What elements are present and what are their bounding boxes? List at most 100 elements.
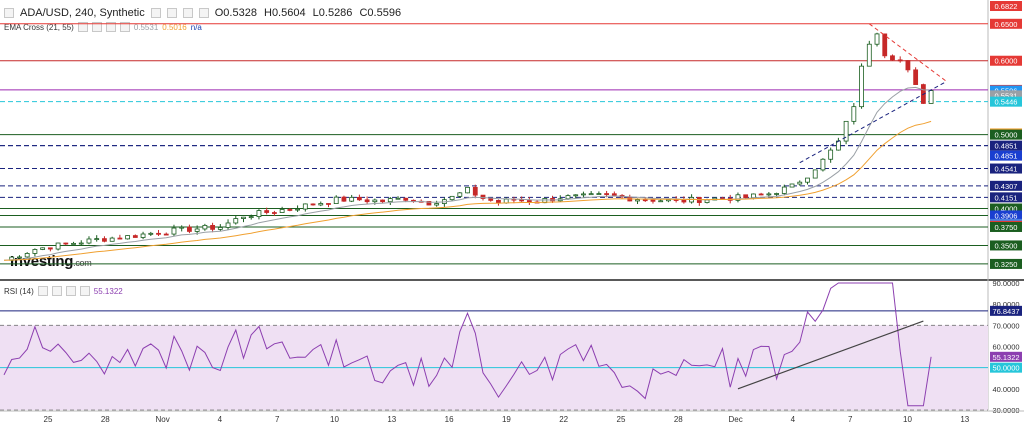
candle-body	[913, 69, 919, 85]
candle-body	[642, 199, 648, 202]
candle-body	[828, 149, 834, 160]
price-label-text: 0.4307	[995, 182, 1018, 191]
candle-body	[890, 55, 895, 61]
candle-body	[32, 249, 38, 254]
price-label-text: 0.5446	[995, 98, 1018, 107]
candle-body	[743, 194, 749, 199]
rsi-pane: 90.000080.000070.000060.000050.000040.00…	[0, 279, 1022, 415]
x-tick-label: 13	[960, 415, 969, 424]
x-tick-label: 16	[445, 415, 454, 424]
candle-body	[387, 198, 393, 203]
candle-body	[704, 199, 710, 203]
chart-canvas[interactable]: 0.68220.65000.60000.56050.55960.55310.54…	[0, 0, 1024, 427]
candle-body	[519, 199, 525, 202]
candle-body	[233, 218, 239, 224]
rsi-ref-label-text: 76.8437	[992, 307, 1019, 316]
x-tick-label: 28	[101, 415, 110, 424]
candle-body	[356, 196, 362, 201]
candle-body	[256, 210, 262, 218]
price-label: 0.6822	[990, 1, 1022, 11]
candle-body	[635, 199, 640, 202]
candle-body	[403, 197, 409, 201]
candle-body	[866, 43, 872, 67]
candle-body	[171, 227, 177, 235]
price-label-text: 0.4541	[995, 165, 1018, 174]
candle-body	[287, 209, 293, 211]
candle-body	[812, 169, 818, 179]
candle-body	[905, 60, 911, 71]
candle-body	[526, 200, 532, 203]
candle-body	[302, 203, 308, 210]
candle-body	[40, 247, 46, 250]
rsi-tick-label: 90.0000	[992, 279, 1019, 288]
candle-body	[279, 209, 285, 213]
candle-body	[372, 199, 378, 203]
candle-body	[71, 242, 76, 245]
candle-body	[681, 199, 687, 203]
candle-body	[349, 196, 355, 202]
rsi-tick-label: 70.0000	[992, 321, 1019, 330]
candle-body	[434, 203, 440, 206]
candle-body	[395, 197, 401, 200]
candle-body	[194, 228, 200, 232]
price-label-text: 0.4151	[995, 193, 1018, 202]
candle-body	[217, 227, 223, 230]
x-tick-label: 7	[848, 415, 853, 424]
candle-body	[272, 212, 277, 214]
price-label: 0.6000	[990, 55, 1022, 66]
price-label: 0.4851	[990, 140, 1022, 151]
candle-body	[588, 193, 594, 196]
candle-body	[766, 193, 772, 196]
candle-body	[488, 198, 494, 201]
candle-body	[650, 199, 656, 202]
candle-body	[611, 193, 617, 196]
candle-body	[573, 194, 579, 197]
x-tick-label: 4	[218, 415, 223, 424]
candle-body	[102, 238, 107, 242]
candle-body	[140, 233, 146, 238]
price-label: 0.3500	[990, 240, 1022, 251]
price-label-text: 0.3500	[995, 241, 1018, 250]
price-label-text: 0.6500	[995, 20, 1018, 29]
candle-body	[364, 199, 370, 203]
candle-body	[851, 106, 857, 122]
candle-body	[24, 253, 30, 258]
candle-body	[264, 210, 270, 213]
candle-body	[17, 256, 22, 259]
candle-body	[928, 90, 934, 104]
candle-body	[125, 235, 131, 240]
candle-body	[187, 226, 192, 232]
price-label-text: 0.6000	[995, 57, 1018, 66]
x-tick-label: 10	[330, 415, 339, 424]
candle-body	[820, 158, 826, 171]
candle-body	[565, 195, 571, 200]
candle-body	[109, 237, 115, 242]
candle-body	[310, 203, 316, 206]
x-tick-label: 25	[44, 415, 53, 424]
candle-body	[380, 199, 385, 203]
x-tick-label: 13	[387, 415, 396, 424]
candle-body	[210, 224, 215, 230]
price-label-text: 0.6822	[995, 2, 1018, 11]
candle-body	[202, 224, 208, 230]
candle-body	[55, 242, 61, 250]
candle-body	[248, 216, 254, 219]
price-label-text: 0.3250	[995, 260, 1018, 269]
candle-body	[47, 247, 53, 250]
price-label: 0.3750	[990, 221, 1022, 232]
price-label-text: 0.5000	[995, 131, 1018, 140]
candle-body	[472, 186, 478, 196]
x-tick-label: 22	[559, 415, 568, 424]
x-tick-label: 19	[502, 415, 511, 424]
rsi-ref-label: 76.8437	[990, 305, 1022, 316]
candle-body	[132, 235, 138, 238]
rsi-tick-label: 60.0000	[992, 343, 1019, 352]
candle-body	[333, 196, 339, 204]
x-tick-label: 7	[275, 415, 280, 424]
price-label: 0.4151	[990, 192, 1022, 203]
candle-body	[751, 193, 756, 199]
rsi-ref-label: 50.0000	[990, 362, 1022, 373]
candle-body	[859, 65, 864, 108]
candle-body	[465, 186, 470, 194]
candle-body	[225, 222, 231, 228]
